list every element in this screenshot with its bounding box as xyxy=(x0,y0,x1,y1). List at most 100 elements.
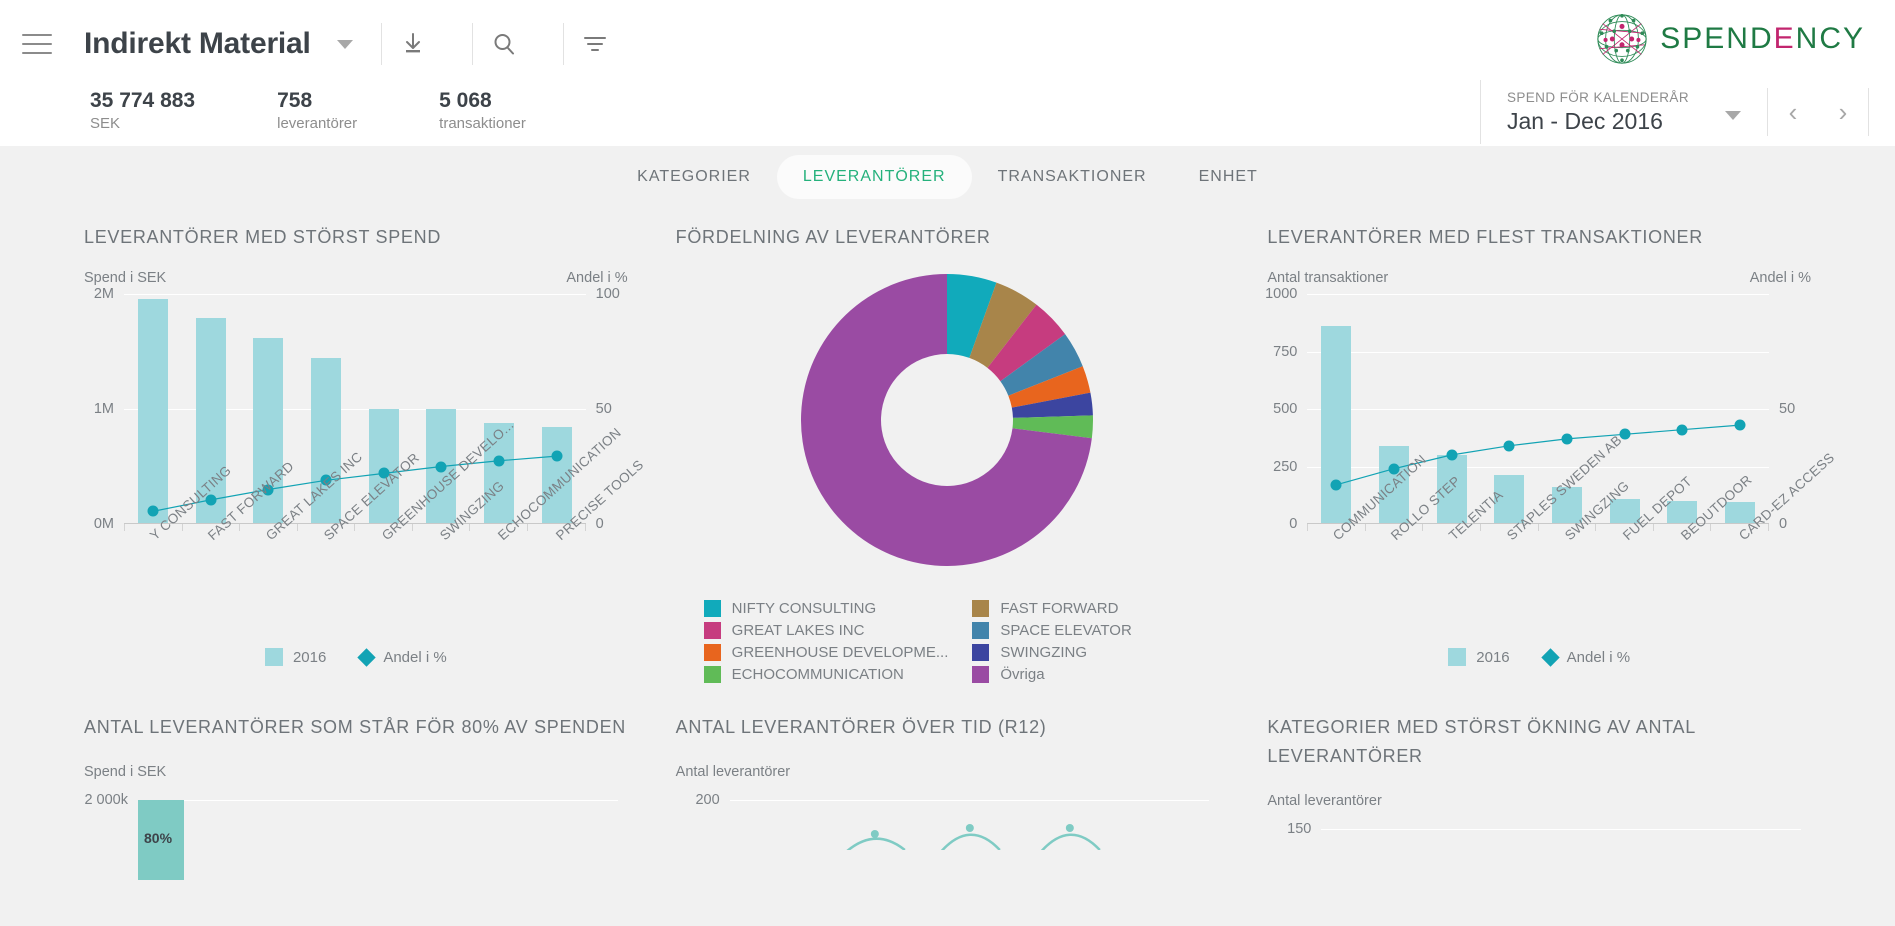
legend-label: ECHOCOMMUNICATION xyxy=(731,666,904,683)
logo-text-part2: NCY xyxy=(1795,22,1865,55)
search-icon[interactable] xyxy=(473,23,535,65)
panel-title: LEVERANTÖRER MED STÖRST SPEND xyxy=(84,227,442,247)
y-tick-label: 0M xyxy=(93,516,114,532)
legend-item-space-elevator[interactable]: SPACE ELEVATOR xyxy=(972,622,1191,639)
x-axis-labels: Y CONSULTING FAST FORWARD GREAT LAKES INC S… xyxy=(124,417,646,642)
kpi-transactions: 5 068 transaktioner xyxy=(439,88,526,135)
period-label: SPEND FÖR KALENDERÅR xyxy=(1506,89,1689,105)
chevron-down-icon[interactable] xyxy=(1725,110,1741,120)
legend-item-andel[interactable]: Andel i % xyxy=(357,647,447,667)
kpi-value: 758 xyxy=(277,89,313,112)
gridline xyxy=(1321,829,1801,830)
kpi-value: 35 774 883 xyxy=(90,89,196,112)
logo-text-part1: SPEND xyxy=(1660,22,1774,55)
y-axis-label: Spend i SEK xyxy=(84,764,167,780)
y-axis-label: Antal leverantörer xyxy=(1267,793,1382,809)
legend-swatch-icon xyxy=(972,666,990,683)
panel-suppliers-over-time: ANTAL LEVERANTÖRER ÖVER TID (R12) Antal … xyxy=(675,713,1220,850)
kpi-label: SEK xyxy=(90,115,121,132)
dashboard-grid: LEVERANTÖRER MED STÖRST SPEND Spend i SE… xyxy=(0,208,1895,683)
legend-item-great-lakes-inc[interactable]: GREAT LAKES INC xyxy=(703,622,949,639)
donut-legend: NIFTY CONSULTING FAST FORWARD GREAT LAKE… xyxy=(703,600,1192,683)
period-selector[interactable]: SPEND FÖR KALENDERÅR Jan - Dec 2016 ‹ › xyxy=(1479,80,1869,144)
line-point[interactable] xyxy=(1734,419,1746,431)
period-value: Jan - Dec 2016 xyxy=(1506,107,1663,134)
panel-top-suppliers-spend: LEVERANTÖRER MED STÖRST SPEND Spend i SE… xyxy=(84,208,646,683)
plot-area: 200 xyxy=(695,792,1210,850)
panel-supplier-distribution: FÖRDELNING AV LEVERANTÖRER NIFTY CONSULT… xyxy=(676,208,1220,683)
y-tick-label: 2 000k xyxy=(84,792,128,808)
legend-item-swingzing[interactable]: SWINGZING xyxy=(972,644,1191,661)
legend-label: Övriga xyxy=(1000,666,1045,683)
logo-text-e: E xyxy=(1773,22,1796,55)
brand-logo[interactable]: SPENDENCY xyxy=(1593,10,1865,68)
legend-item-echocommunication[interactable]: ECHOCOMMUNICATION xyxy=(703,666,949,683)
legend-diamond-icon xyxy=(357,647,377,667)
plot-area: 150 xyxy=(1287,821,1801,847)
panel-title: ANTAL LEVERANTÖRER ÖVER TID (R12) xyxy=(675,717,1047,737)
line-point[interactable] xyxy=(1619,428,1631,440)
line-series xyxy=(846,824,1101,850)
line-point[interactable] xyxy=(147,505,159,517)
legend-label: Andel i % xyxy=(1566,648,1631,666)
donut-svg: NIFTY CONSULTING: 5.5%FAST FORWARD: 5%GR… xyxy=(801,274,1094,566)
kpi-value: 5 068 xyxy=(439,89,492,112)
line-point[interactable] xyxy=(1676,424,1688,436)
y-axis-label: Spend i SEK xyxy=(84,270,167,286)
panel-suppliers-80pct: ANTAL LEVERANTÖRER SOM STÅR FÖR 80% AV S… xyxy=(84,713,628,880)
chart-area: 150 xyxy=(1267,819,1811,847)
legend-swatch-icon xyxy=(703,644,721,661)
tab-leverantorer[interactable]: LEVERANTÖRER xyxy=(776,155,972,199)
filter-icon[interactable] xyxy=(564,23,626,65)
period-text: SPEND FÖR KALENDERÅR Jan - Dec 2016 xyxy=(1481,89,1715,136)
y-tick-label: 2M xyxy=(93,286,114,302)
legend-label: GREAT LAKES INC xyxy=(731,622,865,639)
hamburger-icon[interactable] xyxy=(18,25,56,63)
next-period-button[interactable]: › xyxy=(1818,88,1868,136)
panel-title: ANTAL LEVERANTÖRER SOM STÅR FÖR 80% AV S… xyxy=(84,717,626,737)
line-point[interactable] xyxy=(1503,440,1515,452)
legend-item-ovriga[interactable]: Övriga xyxy=(972,666,1191,683)
line-point[interactable] xyxy=(1446,449,1458,461)
legend-diamond-icon xyxy=(1540,647,1560,667)
tab-enhet[interactable]: ENHET xyxy=(1173,155,1284,199)
panel-title: LEVERANTÖRER MED FLEST TRANSAKTIONER xyxy=(1267,227,1703,247)
line-point[interactable] xyxy=(493,455,505,467)
legend-label: 2016 xyxy=(292,648,327,666)
line-point[interactable] xyxy=(1330,479,1342,491)
gridline xyxy=(729,800,1210,801)
panel-title: FÖRDELNING AV LEVERANTÖRER xyxy=(675,227,991,247)
legend-item-fast-forward[interactable]: FAST FORWARD xyxy=(972,600,1191,617)
x-axis-labels: COMMUNICATION ROLLO STEP TELENTIA STAPLES S… xyxy=(1307,432,1837,642)
y2-axis-label: Andel i % xyxy=(1749,270,1811,286)
tab-transaktioner[interactable]: TRANSAKTIONER xyxy=(972,155,1173,199)
chart-legend: 2016 Andel i % xyxy=(1267,647,1811,667)
legend-item-2016[interactable]: 2016 xyxy=(1448,648,1510,666)
legend-item-greenhouse-development[interactable]: GREENHOUSE DEVELOPME... xyxy=(703,644,949,661)
y2-axis-label: Andel i % xyxy=(566,270,628,286)
chevron-down-icon[interactable] xyxy=(336,39,353,49)
y-tick-label: 150 xyxy=(1287,821,1312,837)
legend-swatch-icon xyxy=(703,666,721,683)
legend-item-2016[interactable]: 2016 xyxy=(264,648,327,666)
bar-annotation: 80% xyxy=(144,830,173,846)
legend-label: GREENHOUSE DEVELOPME... xyxy=(731,644,949,661)
line-point[interactable] xyxy=(1561,433,1573,445)
legend-label: SWINGZING xyxy=(1000,644,1088,661)
y2-tick-label: 50 xyxy=(1779,401,1796,417)
legend-label: SPACE ELEVATOR xyxy=(1000,622,1132,639)
page-title: Indirekt Material xyxy=(84,27,311,60)
kpi-label: leverantörer xyxy=(277,115,358,132)
donut-chart[interactable]: NIFTY CONSULTING: 5.5%FAST FORWARD: 5%GR… xyxy=(676,270,1220,570)
line-point[interactable] xyxy=(551,450,563,462)
kpi-spend: 35 774 883 SEK xyxy=(90,88,195,135)
axis-headers: Spend i SEK Andel i % xyxy=(84,270,628,286)
legend-item-nifty-consulting[interactable]: NIFTY CONSULTING xyxy=(703,600,949,617)
legend-swatch-icon xyxy=(264,648,283,666)
legend-item-andel[interactable]: Andel i % xyxy=(1540,647,1631,667)
line-point[interactable] xyxy=(435,461,447,472)
tab-kategorier[interactable]: KATEGORIER xyxy=(611,155,777,199)
y-tick-label: 0 xyxy=(1289,516,1298,532)
prev-period-button[interactable]: ‹ xyxy=(1768,88,1818,136)
download-icon[interactable] xyxy=(382,23,444,65)
